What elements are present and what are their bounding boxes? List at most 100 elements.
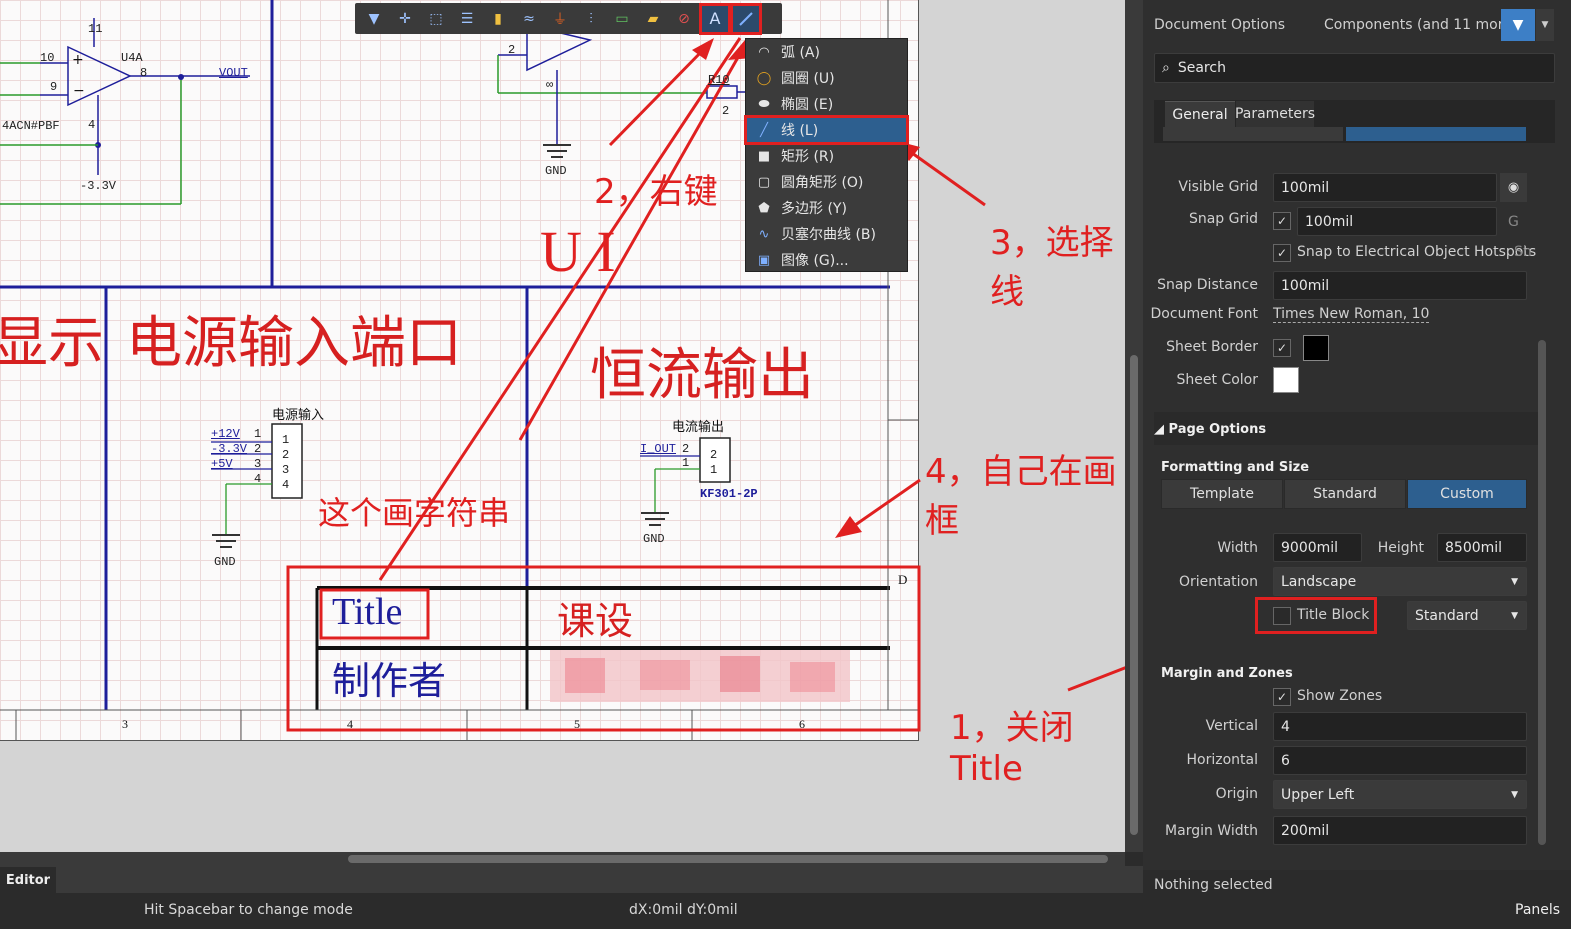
part-number: 4ACN#PBF: [2, 119, 60, 133]
bezier-icon: ∿: [758, 226, 770, 242]
line-glyph: [739, 11, 753, 26]
page-options-header[interactable]: ◢ Page Options: [1154, 412, 1544, 445]
units-mils-partial[interactable]: [1346, 127, 1526, 141]
title-cell[interactable]: Title: [332, 590, 402, 634]
pin-label: 2: [508, 43, 516, 57]
document-font-link[interactable]: Times New Roman, 10: [1273, 306, 1430, 323]
pin-label: 2: [282, 448, 290, 462]
search-input[interactable]: ⌕ Search: [1154, 53, 1555, 83]
select-rect-icon[interactable]: ⬚: [423, 6, 449, 32]
designator-u4a[interactable]: U4A: [121, 51, 143, 65]
sheet-border-checkbox[interactable]: ✓: [1273, 339, 1291, 357]
pin-label: 10: [40, 51, 55, 65]
panel-scrollbar[interactable]: [1538, 340, 1546, 845]
editor-tab[interactable]: Editor: [0, 867, 56, 893]
schematic-canvas[interactable]: 10 9 8 4 11 + − U4A VOUT 4ACN#PBF -3.3V …: [0, 0, 1125, 852]
gnd-icon[interactable]: ⏚: [547, 6, 573, 32]
sheet-color-swatch[interactable]: [1273, 367, 1299, 393]
sheet-border-color-swatch[interactable]: [1303, 335, 1329, 361]
snap-distance-field[interactable]: 100mil: [1273, 271, 1527, 300]
menu-item-round-rectangle[interactable]: ▢ 圆角矩形 (O): [746, 169, 907, 195]
snap-distance-label: Snap Distance: [1157, 277, 1258, 293]
net-label-iout[interactable]: I_OUT: [640, 442, 676, 456]
param-icon[interactable]: ▰: [640, 6, 666, 32]
scroll-thumb[interactable]: [1130, 355, 1138, 835]
orientation-select[interactable]: Landscape ▼: [1273, 567, 1527, 596]
panels-button[interactable]: Panels: [1515, 902, 1560, 918]
designator-r10[interactable]: R10: [708, 73, 730, 87]
annotation-select-line: 3，选择线: [990, 223, 1114, 312]
snap-hotspots-checkbox[interactable]: ✓: [1273, 244, 1291, 262]
canvas-vertical-scrollbar[interactable]: [1125, 0, 1143, 852]
visible-grid-field[interactable]: 100mil: [1273, 173, 1497, 202]
line-icon: ╱: [760, 122, 768, 138]
vertical-zones-field[interactable]: 4: [1273, 712, 1527, 741]
net-label[interactable]: +12V: [211, 427, 240, 441]
status-hint: Hit Spacebar to change mode: [144, 902, 353, 918]
noerc-icon[interactable]: ⊘: [671, 6, 697, 32]
height-field[interactable]: 8500mil: [1437, 533, 1527, 562]
visible-grid-value: 100mil: [1281, 179, 1330, 196]
net-label[interactable]: -3.3V: [211, 442, 247, 456]
snap-distance-value: 100mil: [1281, 277, 1330, 294]
polygon-icon: ⬟: [758, 200, 770, 216]
menu-item-rectangle[interactable]: ■ 矩形 (R): [746, 143, 907, 169]
menu-item-bezier[interactable]: ∿ 贝塞尔曲线 (B): [746, 221, 907, 247]
format-standard-tab[interactable]: Standard: [1284, 479, 1406, 509]
horizontal-zones-field[interactable]: 6: [1273, 746, 1527, 775]
canvas-horizontal-scrollbar[interactable]: [0, 852, 1125, 866]
net-label[interactable]: +5V: [211, 457, 233, 471]
bus-icon[interactable]: ▮: [485, 6, 511, 32]
origin-label: Origin: [1215, 786, 1258, 802]
menu-item-label: 多边形 (Y): [781, 201, 847, 217]
snap-grid-checkbox[interactable]: ✓: [1273, 212, 1291, 230]
width-field[interactable]: 9000mil: [1273, 533, 1362, 562]
gnd-label: GND: [214, 555, 236, 569]
menu-item-ellipse[interactable]: ⬬ 椭圆 (E): [746, 91, 907, 117]
net-label-vout[interactable]: VOUT: [219, 66, 248, 80]
show-zones-checkbox[interactable]: ✓: [1273, 688, 1291, 706]
text-icon[interactable]: A: [699, 2, 731, 35]
chevron-down-icon[interactable]: ▼: [1536, 9, 1554, 41]
net-icon[interactable]: ≈: [516, 6, 542, 32]
snap-grid-field[interactable]: 100mil: [1297, 207, 1497, 236]
format-template-tab[interactable]: Template: [1161, 479, 1283, 509]
menu-item-arc[interactable]: ◠ 弧 (A): [746, 39, 907, 65]
menu-item-label: 圆角矩形 (O): [781, 175, 864, 191]
tab-parameters[interactable]: Parameters: [1235, 101, 1315, 127]
filter-icon[interactable]: ▼: [361, 6, 387, 32]
menu-item-circle[interactable]: ◯ 圆圈 (U): [746, 65, 907, 91]
units-imperial-partial[interactable]: [1163, 127, 1343, 141]
sheet-color-label: Sheet Color: [1176, 372, 1258, 388]
zone-label: 3: [122, 717, 128, 731]
menu-item-label: 椭圆 (E): [781, 97, 834, 113]
menu-item-polygon[interactable]: ⬟ 多边形 (Y): [746, 195, 907, 221]
filter-icon[interactable]: ▼: [1501, 9, 1535, 41]
scroll-thumb[interactable]: [348, 855, 1108, 863]
line-icon[interactable]: [730, 2, 762, 35]
author-cell[interactable]: 制作者: [332, 650, 446, 705]
margin-width-field[interactable]: 200mil: [1273, 816, 1527, 845]
harness-icon[interactable]: ⫶: [578, 6, 604, 32]
tabs-area: General Parameters: [1154, 100, 1555, 143]
origin-select[interactable]: Upper Left ▼: [1273, 780, 1527, 809]
tab-general[interactable]: General: [1165, 101, 1235, 128]
ui-text: U I: [540, 219, 616, 284]
align-icon[interactable]: ☰: [454, 6, 480, 32]
cross-icon[interactable]: ✛: [392, 6, 418, 32]
components-filter-label[interactable]: Components (and 11 more): [1324, 17, 1517, 33]
round-rectangle-icon: ▢: [757, 174, 771, 190]
format-custom-tab[interactable]: Custom: [1407, 479, 1527, 509]
menu-item-line[interactable]: ╱ 线 (L): [744, 115, 909, 145]
title-block-style-select[interactable]: Standard ▼: [1407, 601, 1527, 630]
orientation-label: Orientation: [1178, 574, 1258, 590]
zone-label: 5: [574, 717, 580, 731]
horizontal-label: Horizontal: [1186, 752, 1258, 768]
pin-label: 1: [682, 456, 690, 470]
pin-label: 2: [710, 448, 718, 462]
eye-icon[interactable]: ◉: [1500, 173, 1527, 202]
course-cell[interactable]: 课设: [557, 590, 633, 645]
menu-item-image[interactable]: ▣ 图像 (G)...: [746, 247, 907, 273]
title-block-checkbox[interactable]: [1273, 607, 1291, 625]
port-icon[interactable]: ▭: [609, 6, 635, 32]
